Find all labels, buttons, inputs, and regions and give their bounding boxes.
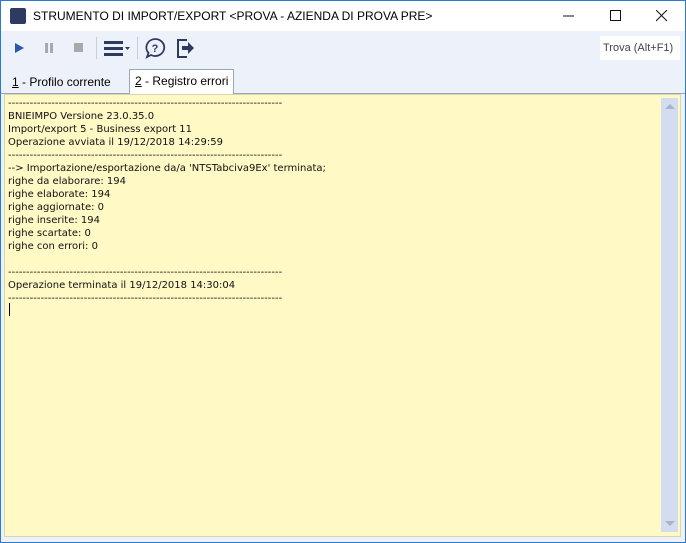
- pause-button[interactable]: [34, 33, 64, 63]
- play-icon: [15, 43, 24, 53]
- log-line: Operazione avviata il 19/12/2018 14:29:5…: [8, 137, 223, 148]
- title-bar: STRUMENTO DI IMPORT/EXPORT <PROVA - AZIE…: [1, 1, 685, 31]
- app-icon: [10, 8, 26, 24]
- tab-profilo-corrente[interactable]: 1 - Profilo corrente: [7, 71, 116, 94]
- exit-button[interactable]: [170, 33, 200, 63]
- tab-label: - Registro errori: [141, 74, 229, 88]
- svg-text:?: ?: [152, 43, 159, 55]
- exit-icon: [177, 39, 194, 58]
- log-line: ----------------------------------------…: [8, 293, 283, 304]
- minimize-button[interactable]: [546, 1, 592, 31]
- close-button[interactable]: [639, 1, 685, 31]
- help-button[interactable]: ?: [140, 33, 170, 63]
- pause-icon: [45, 43, 53, 53]
- log-line: ----------------------------------------…: [8, 98, 283, 109]
- log-line: Operazione terminata il 19/12/2018 14:30…: [8, 280, 236, 291]
- find-field[interactable]: Trova (Alt+F1): [600, 36, 680, 60]
- log-line: righe da elaborare: 194: [8, 176, 127, 187]
- stop-button[interactable]: [64, 33, 94, 63]
- stop-icon: [74, 43, 83, 52]
- tab-bar: 1 - Profilo corrente 2 - Registro errori: [1, 67, 685, 95]
- log-line: righe elaborate: 194: [8, 189, 111, 200]
- tab-label: - Profilo corrente: [18, 75, 111, 89]
- log-line: --> Importazione/esportazione da/a 'NTST…: [8, 163, 326, 174]
- log-text: ----------------------------------------…: [8, 97, 326, 305]
- log-line: Import/export 5 - Business export 11: [8, 124, 193, 135]
- scroll-down-icon[interactable]: [665, 521, 675, 526]
- maximize-button[interactable]: [593, 1, 639, 31]
- separator: [137, 37, 138, 59]
- log-line: BNIEIMPO Versione 23.0.35.0: [8, 111, 155, 122]
- text-caret: [9, 303, 10, 316]
- scroll-up-icon[interactable]: [665, 104, 675, 109]
- log-textarea[interactable]: ----------------------------------------…: [4, 94, 681, 537]
- separator: [96, 37, 97, 59]
- log-line: righe aggiornate: 0: [8, 202, 105, 213]
- log-line: ----------------------------------------…: [8, 267, 283, 278]
- log-line: righe inserite: 194: [8, 215, 100, 226]
- tab-key: 1: [12, 75, 19, 89]
- log-line: ----------------------------------------…: [8, 150, 283, 161]
- log-line: righe con errori: 0: [8, 241, 98, 252]
- menu-dropdown-button[interactable]: [99, 33, 135, 63]
- help-icon: ?: [145, 38, 166, 59]
- window-title: STRUMENTO DI IMPORT/EXPORT <PROVA - AZIE…: [33, 9, 433, 23]
- toolbar: ? Trova (Alt+F1): [1, 32, 685, 64]
- window: STRUMENTO DI IMPORT/EXPORT <PROVA - AZIE…: [0, 0, 686, 543]
- tab-key: 2: [135, 74, 142, 88]
- log-line: righe scartate: 0: [8, 228, 91, 239]
- vertical-scrollbar[interactable]: [661, 98, 678, 532]
- menu-icon: [104, 41, 130, 56]
- play-button[interactable]: [4, 33, 34, 63]
- tab-registro-errori[interactable]: 2 - Registro errori: [129, 69, 235, 95]
